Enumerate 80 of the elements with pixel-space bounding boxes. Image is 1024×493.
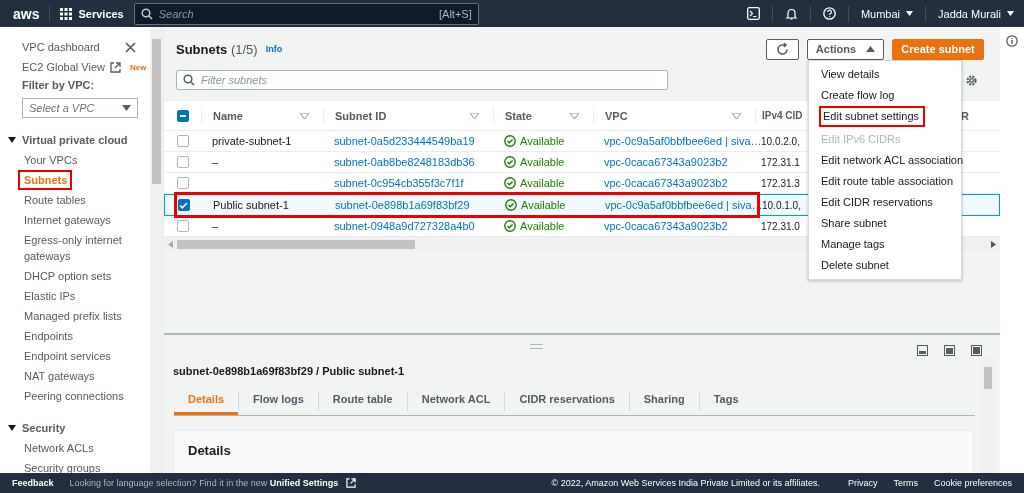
- sidebar-item[interactable]: Egress-only internet gateways: [18, 230, 145, 266]
- status-text: Available: [520, 156, 565, 168]
- sidebar-item[interactable]: Endpoint services: [18, 346, 116, 366]
- status-text: Available: [520, 177, 565, 189]
- feedback-link[interactable]: Feedback: [12, 478, 54, 488]
- shortcut-hint: [Alt+S]: [439, 7, 472, 20]
- column-header[interactable]: IPv4 CID: [762, 110, 803, 121]
- table-cell: 10.0.1.0,: [762, 199, 801, 211]
- table-cell: 172.31.0: [761, 220, 800, 232]
- subnet-id-link[interactable]: subnet-0948a9d727328a4b0: [334, 220, 475, 232]
- copyright-text: © 2022, Amazon Web Services India Private Limited or its affiliates.: [551, 478, 820, 488]
- region-menu[interactable]: Mumbai: [860, 7, 913, 20]
- table-cell: 172.31.1: [761, 156, 800, 168]
- vpc-link[interactable]: vpc-0caca67343a9023b2: [604, 220, 728, 232]
- status-text: Available: [521, 199, 566, 211]
- vpc-select[interactable]: Select a VPC: [22, 98, 138, 118]
- menu-item[interactable]: Edit route table association: [809, 171, 961, 192]
- subnet-id-link[interactable]: subnet-0e898b1a69f83bf29: [335, 199, 470, 211]
- vpc-link[interactable]: vpc-0caca67343a9023b2: [604, 177, 728, 189]
- detail-title: subnet-0e898b1a69f83bf29 / Public subnet-1: [173, 365, 406, 377]
- sidebar-item[interactable]: Elastic IPs: [18, 286, 81, 306]
- menu-item[interactable]: Edit CIDR reservations: [809, 192, 961, 213]
- menu-item[interactable]: Edit network ACL association: [809, 150, 961, 171]
- page-title: Subnets (1/5): [176, 41, 258, 57]
- subnet-id-link[interactable]: subnet-0a5d233444549ba19: [334, 135, 475, 147]
- info-link[interactable]: Info: [265, 44, 283, 54]
- subnet-id-link[interactable]: subnet-0c954cb355f3c7f1f: [334, 177, 464, 189]
- table-cell: –: [212, 220, 219, 232]
- user-menu[interactable]: Jadda Murali: [938, 7, 1014, 20]
- table-cell: –: [212, 156, 219, 168]
- table-cell: 10.0.2.0,: [761, 135, 800, 147]
- column-header[interactable]: R: [961, 109, 969, 122]
- menu-item[interactable]: Delete subnet: [809, 255, 961, 276]
- section-toggle[interactable]: Security: [0, 418, 150, 438]
- subnet-id-link[interactable]: subnet-0ab8be8248183db36: [334, 156, 475, 168]
- tab[interactable]: CIDR reservations: [504, 391, 629, 411]
- section-toggle[interactable]: Virtual private cloud: [0, 130, 150, 150]
- sidebar-item[interactable]: Endpoints: [18, 326, 78, 346]
- menu-item[interactable]: Edit subnet settings: [819, 106, 925, 127]
- status-text: Available: [520, 220, 565, 232]
- table-cell: 172.31.3: [761, 177, 800, 189]
- filter-field[interactable]: Filter subnets: [176, 70, 668, 90]
- column-header[interactable]: State: [505, 109, 532, 122]
- tab[interactable]: Tags: [698, 391, 753, 411]
- sidebar-item[interactable]: Network ACLs: [18, 438, 99, 458]
- sidebar-item[interactable]: Peering connections: [18, 386, 129, 406]
- table-cell: private-subnet-1: [212, 135, 292, 147]
- column-header[interactable]: Subnet ID: [335, 109, 387, 122]
- table-cell: Public subnet-1: [213, 199, 289, 211]
- vpc-link[interactable]: vpc-0c9a5af0bbfbee6ed | siva…: [604, 135, 762, 147]
- services-button[interactable]: Services: [60, 7, 124, 20]
- sidebar-item[interactable]: NAT gateways: [18, 366, 100, 386]
- tab[interactable]: Network ACL: [406, 391, 505, 411]
- sidebar-item[interactable]: Internet gateways: [18, 210, 116, 230]
- menu-item[interactable]: View details: [809, 64, 961, 85]
- tab[interactable]: Sharing: [628, 391, 699, 411]
- sidebar-item[interactable]: Route tables: [18, 190, 91, 210]
- menu-item[interactable]: Manage tags: [809, 234, 961, 255]
- tab[interactable]: Route table: [317, 391, 407, 411]
- menu-item[interactable]: Create flow log: [809, 85, 961, 106]
- vpc-link[interactable]: vpc-0caca67343a9023b2: [604, 156, 728, 168]
- filter-label: Filter by VPC:: [21, 78, 96, 93]
- column-header[interactable]: Name: [213, 109, 243, 122]
- sidebar-link[interactable]: VPC dashboard: [22, 41, 100, 53]
- footer-link[interactable]: Terms: [893, 478, 918, 488]
- card-title: Details: [188, 443, 231, 458]
- sidebar-item[interactable]: Managed prefix lists: [18, 306, 127, 326]
- notice-text: Looking for language selection? Find it in the new Unified Settings: [69, 478, 339, 488]
- aws-logo[interactable]: aws: [13, 5, 40, 22]
- sidebar-item[interactable]: DHCP option sets: [18, 266, 117, 286]
- actions-button[interactable]: Actions: [807, 38, 884, 60]
- new-label: New: [129, 62, 147, 72]
- status-text: Available: [520, 135, 565, 147]
- footer-link[interactable]: Privacy: [847, 478, 878, 488]
- menu-item[interactable]: Share subnet: [809, 213, 961, 234]
- footer-link[interactable]: Cookie preferences: [933, 478, 1012, 488]
- tab[interactable]: Flow logs: [238, 391, 318, 411]
- sidebar-link[interactable]: EC2 Global View: [22, 61, 105, 73]
- column-header[interactable]: VPC: [605, 109, 628, 122]
- sidebar-item[interactable]: Your VPCs: [18, 150, 83, 170]
